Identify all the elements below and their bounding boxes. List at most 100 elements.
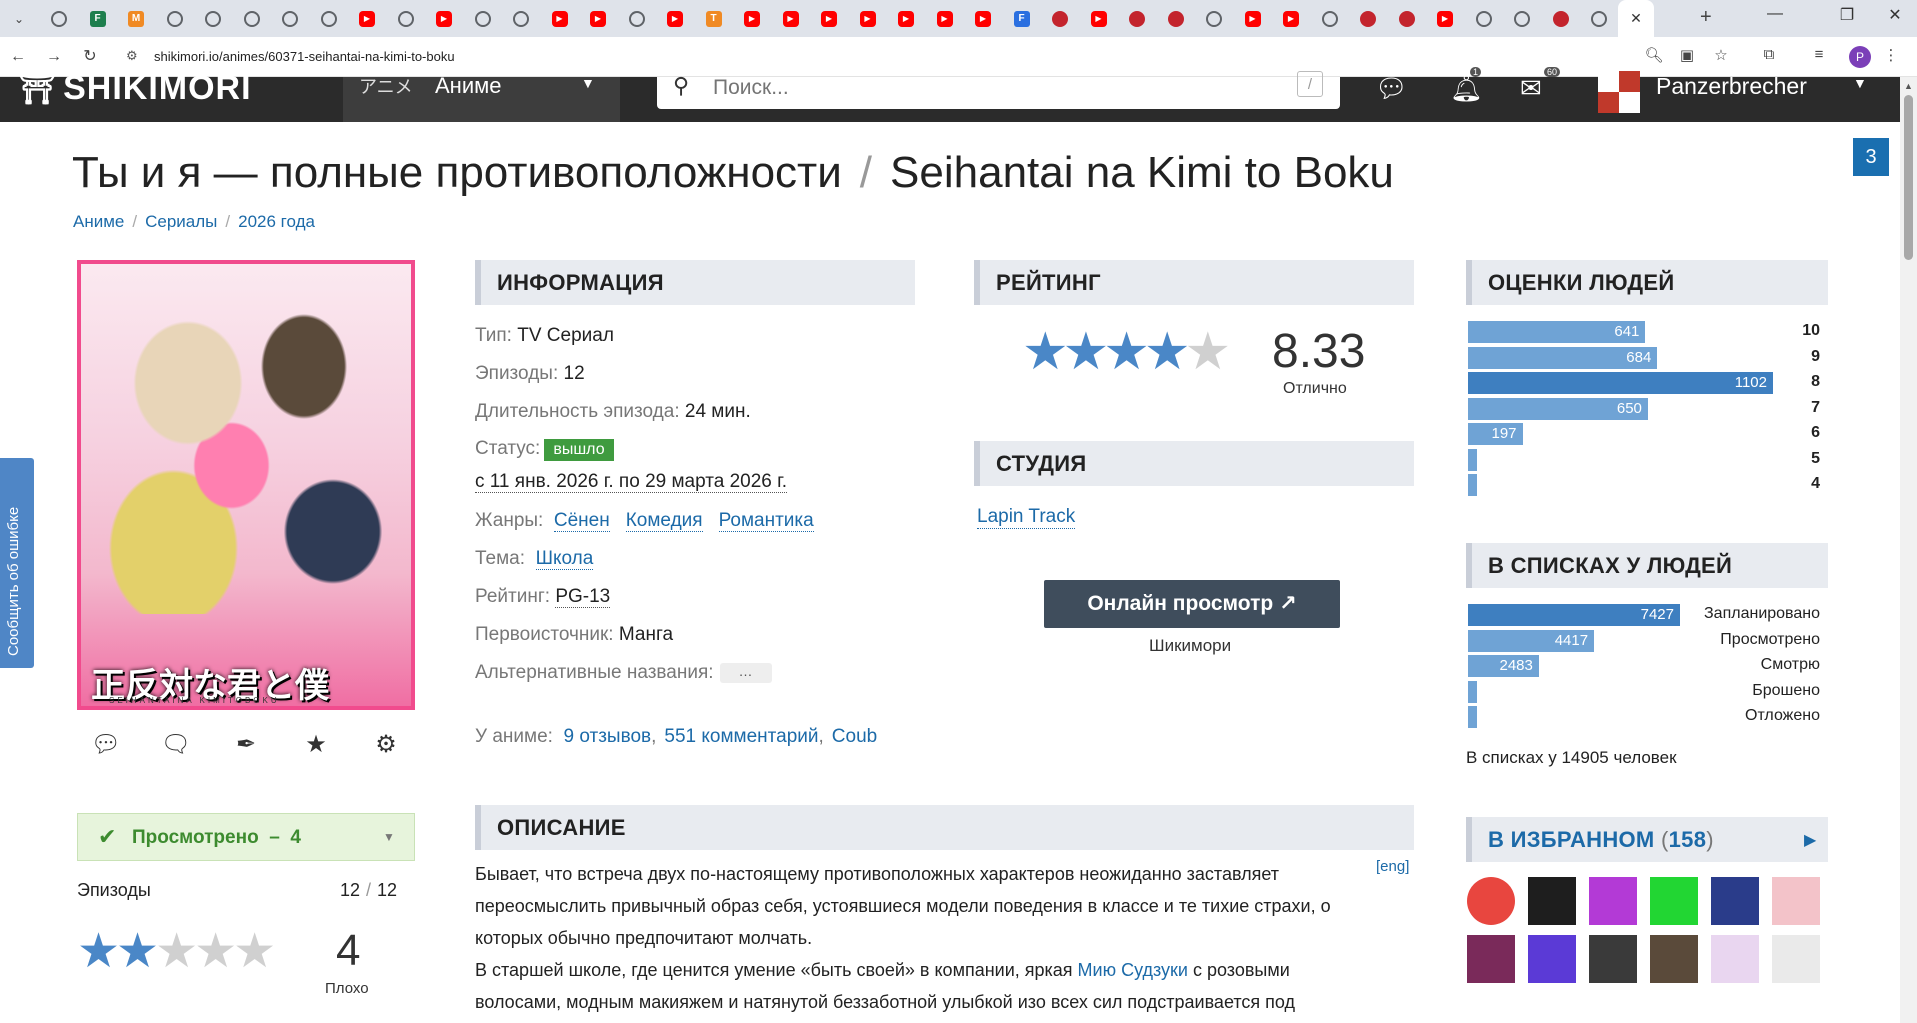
browser-tab[interactable]: F	[79, 4, 117, 33]
search-input[interactable]	[713, 75, 1273, 101]
user-score-stars[interactable]: ★★★★★	[77, 925, 276, 978]
browser-tab[interactable]	[1349, 4, 1387, 33]
favourite-user-avatar[interactable]	[1589, 935, 1637, 983]
comments-icon[interactable]: 💬︎	[88, 730, 124, 759]
browser-tab[interactable]	[1195, 4, 1233, 33]
favourites-heading[interactable]: В ИЗБРАННОМ (158)	[1466, 817, 1828, 862]
favourite-user-avatar[interactable]	[1528, 935, 1576, 983]
browser-tab[interactable]	[1580, 4, 1618, 33]
favourites-next-icon[interactable]: ▶	[1804, 830, 1816, 850]
favourite-user-avatar[interactable]	[1772, 877, 1820, 925]
breadcrumb-anime[interactable]: Аниме	[73, 212, 124, 231]
age-rating[interactable]: PG-13	[555, 586, 611, 608]
restore-icon[interactable]: ❐	[1832, 5, 1862, 25]
browser-tab[interactable]	[40, 4, 78, 33]
favourite-user-avatar[interactable]	[1467, 935, 1515, 983]
browser-tab[interactable]	[271, 4, 309, 33]
browser-tab[interactable]	[810, 4, 848, 33]
favourite-user-avatar[interactable]	[1711, 877, 1759, 925]
review-quill-icon[interactable]: ✒	[228, 730, 264, 759]
page-counter-badge[interactable]: 3	[1853, 138, 1889, 176]
browser-tab[interactable]	[1465, 4, 1503, 33]
character-link[interactable]: Мию Судзуки	[1078, 960, 1188, 980]
zoom-icon[interactable]: 🔍︎	[1643, 46, 1665, 64]
browser-tab[interactable]	[1041, 4, 1079, 33]
favourite-user-avatar[interactable]	[1772, 935, 1820, 983]
browser-tab[interactable]	[194, 4, 232, 33]
site-info-icon[interactable]: ⚙	[126, 48, 138, 64]
browser-tab[interactable]	[348, 4, 386, 33]
browser-tab[interactable]	[387, 4, 425, 33]
browser-tab[interactable]: M	[117, 4, 155, 33]
alt-names-expand[interactable]: …	[719, 662, 772, 683]
browser-tab[interactable]	[156, 4, 194, 33]
episodes-progress[interactable]: 12/12	[340, 880, 397, 901]
anime-poster[interactable]: 正反対な君と僕 SEIHANTAINA KIMITOBOKU	[77, 260, 415, 710]
browser-tab[interactable]	[1118, 4, 1156, 33]
browser-tab[interactable]	[464, 4, 502, 33]
user-menu-chevron-icon[interactable]: ▼	[1853, 75, 1867, 91]
favourite-user-avatar[interactable]	[1650, 935, 1698, 983]
url-text[interactable]: shikimori.io/animes/60371-seihantai-na-k…	[154, 49, 455, 64]
site-logo[interactable]: ⛩ SHIKIMORI	[18, 71, 252, 122]
browser-tab[interactable]	[579, 4, 617, 33]
chat-icon[interactable]: 💬︎	[1375, 73, 1408, 104]
page-scrollbar[interactable]: ▲	[1900, 77, 1917, 1023]
watch-status-dropdown[interactable]: ✔ Просмотрено – 4 ▼	[77, 813, 415, 861]
back-icon[interactable]: ←	[6, 45, 30, 69]
browser-tab[interactable]	[1426, 4, 1464, 33]
watch-online-button[interactable]: Онлайн просмотр ↗	[1044, 580, 1340, 628]
favourite-user-avatar[interactable]	[1711, 935, 1759, 983]
browser-tab[interactable]	[733, 4, 771, 33]
tab-active-shikimori[interactable]: ✕	[1618, 0, 1654, 37]
browser-tab[interactable]	[656, 4, 694, 33]
extensions-icon[interactable]: ⧉	[1758, 46, 1780, 63]
browser-tab[interactable]: F	[1003, 4, 1041, 33]
media-icon[interactable]: ≡	[1808, 46, 1830, 63]
browser-tab[interactable]	[1234, 4, 1272, 33]
browser-tab[interactable]	[964, 4, 1002, 33]
user-name[interactable]: Panzerbrecher	[1656, 73, 1807, 100]
browser-menu-icon[interactable]: ⋮	[1880, 46, 1902, 64]
genre-link-comedy[interactable]: Комедия	[625, 510, 703, 532]
tab-search-icon[interactable]: ⌄	[8, 8, 30, 30]
browser-tab[interactable]	[849, 4, 887, 33]
new-tab-button[interactable]: +	[1700, 6, 1712, 29]
description-eng-link[interactable]: [eng]	[1376, 858, 1409, 875]
breadcrumb-year[interactable]: 2026 года	[238, 212, 315, 231]
scroll-up-icon[interactable]: ▲	[1904, 81, 1913, 91]
tab-close-icon[interactable]: ✕	[1630, 10, 1642, 27]
star-filled-icon[interactable]: ★	[77, 925, 120, 978]
favourite-user-avatar[interactable]	[1467, 877, 1515, 925]
browser-tab[interactable]	[1542, 4, 1580, 33]
coub-link[interactable]: Coub	[832, 726, 877, 747]
theme-link-school[interactable]: Школа	[535, 548, 594, 570]
forward-icon[interactable]: →	[42, 45, 66, 69]
notifications-icon[interactable]: 🔔︎	[1450, 73, 1483, 104]
browser-tab[interactable]	[1388, 4, 1426, 33]
browser-tab[interactable]	[310, 4, 348, 33]
browser-tab[interactable]	[541, 4, 579, 33]
favourite-user-avatar[interactable]	[1528, 877, 1576, 925]
browser-tab[interactable]	[887, 4, 925, 33]
browser-tab[interactable]: T	[695, 4, 733, 33]
favourite-user-avatar[interactable]	[1650, 877, 1698, 925]
favourite-user-avatar[interactable]	[1589, 877, 1637, 925]
profile-avatar[interactable]: P	[1849, 46, 1871, 68]
section-selector[interactable]: アニメ Аниме ▼	[343, 73, 620, 122]
browser-tab[interactable]	[1272, 4, 1310, 33]
breadcrumb-series[interactable]: Сериалы	[145, 212, 217, 231]
address-bar[interactable]: ⚙ shikimori.io/animes/60371-seihantai-na…	[118, 42, 1678, 72]
genre-link-shounen[interactable]: Сёнен	[553, 510, 610, 532]
browser-tab[interactable]	[618, 4, 656, 33]
studio-link[interactable]: Lapin Track	[977, 506, 1076, 529]
comments-link[interactable]: 551 комментарий	[664, 726, 818, 747]
user-avatar[interactable]	[1598, 71, 1640, 113]
browser-tab[interactable]	[926, 4, 964, 33]
star-empty-icon[interactable]: ★	[194, 925, 237, 978]
reload-icon[interactable]: ↻	[78, 45, 102, 69]
cast-icon[interactable]: ▣	[1676, 46, 1698, 64]
browser-tab[interactable]	[502, 4, 540, 33]
report-error-tab[interactable]: Сообщить об ошибке	[0, 458, 34, 668]
minimize-icon[interactable]: —	[1760, 5, 1790, 23]
